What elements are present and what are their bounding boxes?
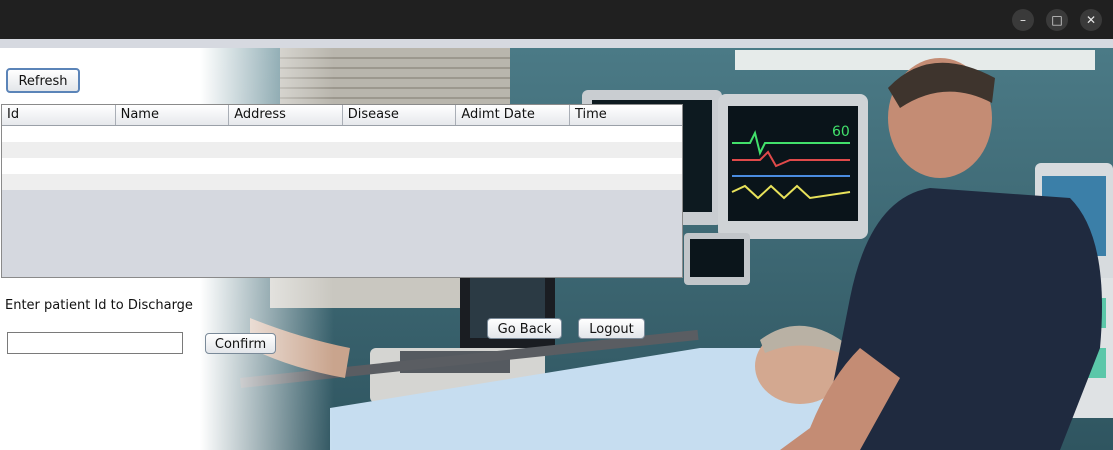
title-bar: – □ ✕ xyxy=(0,0,1113,39)
maximize-icon[interactable]: □ xyxy=(1046,9,1068,31)
main-panel: 60 Refresh Id Name Address Dise xyxy=(0,48,1113,450)
menu-strip xyxy=(0,39,1113,48)
patient-id-input[interactable] xyxy=(7,332,183,354)
table-row[interactable] xyxy=(2,142,682,158)
close-icon[interactable]: ✕ xyxy=(1080,9,1102,31)
table-header: Id Name Address Disease Adimt Date Time xyxy=(2,105,682,126)
confirm-button[interactable]: Confirm xyxy=(205,333,276,354)
column-header-id[interactable]: Id xyxy=(2,105,116,125)
column-header-time[interactable]: Time xyxy=(570,105,682,125)
discharge-prompt-label: Enter patient Id to Discharge xyxy=(5,298,193,313)
logout-button[interactable]: Logout xyxy=(578,318,645,339)
patients-table[interactable]: Id Name Address Disease Adimt Date Time xyxy=(1,104,683,278)
column-header-address[interactable]: Address xyxy=(229,105,343,125)
column-header-disease[interactable]: Disease xyxy=(343,105,457,125)
table-row[interactable] xyxy=(2,174,682,190)
go-back-button[interactable]: Go Back xyxy=(487,318,562,339)
refresh-button[interactable]: Refresh xyxy=(6,68,80,93)
minimize-icon[interactable]: – xyxy=(1012,9,1034,31)
column-header-name[interactable]: Name xyxy=(116,105,230,125)
column-header-admit-date[interactable]: Adimt Date xyxy=(456,105,570,125)
table-row[interactable] xyxy=(2,126,682,142)
table-row[interactable] xyxy=(2,158,682,174)
